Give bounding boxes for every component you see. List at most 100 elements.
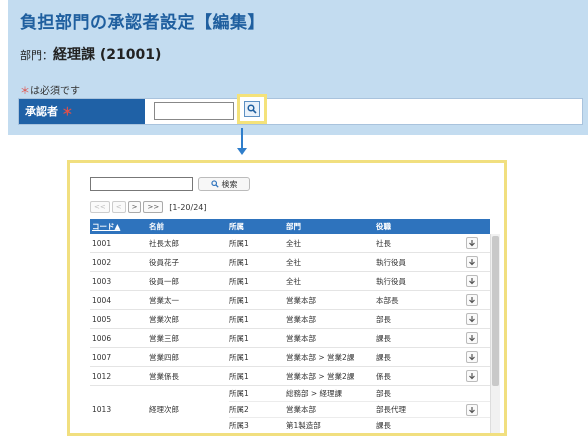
- grid-body: 1001 社長太郎 所属1 全社 社長 1002 役員花子 所属1 全社 執行役…: [90, 234, 490, 433]
- column-header-affiliation: 所属: [229, 222, 244, 231]
- approver-field-row: 承認者 ＊: [18, 94, 583, 125]
- cell-name: 営業四郎: [149, 352, 179, 362]
- cell-code: 1001: [92, 238, 112, 248]
- cell-position: 執行役員: [376, 257, 406, 267]
- dept-line: 部門：経理課 (21001): [20, 44, 161, 64]
- pager-first-button[interactable]: <<: [90, 201, 110, 213]
- scrollbar-thumb[interactable]: [492, 236, 499, 386]
- search-icon: [247, 104, 257, 114]
- cell-name: 経理次郎: [149, 405, 179, 414]
- cell-code: 1005: [92, 314, 112, 324]
- table-row: 1001 社長太郎 所属1 全社 社長: [90, 234, 490, 253]
- cell-dept: 営業本部: [286, 405, 316, 414]
- affiliation-list: 所属1 総務部 > 経理課 部長 所属2 営業本部 部長代理 所属3 第1製造部: [229, 386, 490, 433]
- affiliation-entry: 所属3 第1製造部 課長: [229, 418, 490, 433]
- grid-header: コード▲ 名前 所属 部門 役職: [90, 219, 490, 234]
- cell-affiliation: 所属1: [229, 333, 249, 343]
- cell-affiliation: 所属1: [229, 371, 249, 381]
- table-row: 1013 経理次郎 所属1 総務部 > 経理課 部長 所属2 営業本部 部長代理: [90, 386, 490, 433]
- table-row: 1003 役員一郎 所属1 全社 執行役員: [90, 272, 490, 291]
- dept-label: 部門：: [20, 49, 53, 62]
- cell-name: 社長太郎: [149, 238, 179, 248]
- cell-dept: 営業本部 > 営業2課: [286, 352, 355, 362]
- connector-line: [241, 128, 243, 150]
- page-title: 負担部門の承認者設定【編集】: [20, 13, 265, 33]
- select-user-button[interactable]: [466, 332, 478, 344]
- user-grid: コード▲ 名前 所属 部門 役職 1001 社長太郎 所属1 全社 社長 100…: [90, 219, 500, 433]
- cell-position: 課長: [376, 421, 391, 430]
- cell-name: 役員一郎: [149, 276, 179, 286]
- affiliation-entry: 所属2 営業本部 部長代理: [229, 402, 490, 418]
- approver-label: 承認者 ＊: [19, 99, 145, 124]
- cell-name: 営業係長: [149, 371, 179, 381]
- cell-code: 1012: [92, 371, 112, 381]
- table-row: 1007 営業四郎 所属1 営業本部 > 営業2課 課長: [90, 348, 490, 367]
- pager-next-button[interactable]: >: [127, 201, 142, 213]
- cell-code: 1013: [92, 405, 112, 414]
- table-row: 1002 役員花子 所属1 全社 執行役員: [90, 253, 490, 272]
- approver-label-text: 承認者: [25, 105, 58, 118]
- cell-dept: 全社: [286, 276, 301, 286]
- popup-search-button[interactable]: 検索: [198, 177, 250, 191]
- cell-dept: 第1製造部: [286, 421, 321, 430]
- cell-position: 部長: [376, 314, 391, 324]
- cell-affiliation: 所属1: [229, 314, 249, 324]
- popup-search-input[interactable]: [90, 177, 193, 191]
- cell-dept: 総務部 > 経理課: [286, 389, 343, 398]
- cell-position: 部長代理: [376, 405, 406, 414]
- cell-position: 課長: [376, 333, 391, 343]
- cell-dept: 営業本部: [286, 333, 316, 343]
- select-user-button[interactable]: [466, 275, 478, 287]
- arrow-down-icon: [469, 406, 475, 413]
- arrow-down-icon: [469, 354, 475, 361]
- cell-name: 営業次郎: [149, 314, 179, 324]
- cell-dept: 営業本部 > 営業2課: [286, 371, 355, 381]
- approver-input[interactable]: [154, 102, 234, 120]
- column-header-name: 名前: [149, 222, 164, 231]
- cell-dept: 営業本部: [286, 295, 316, 305]
- arrow-down-indicator: [237, 148, 247, 155]
- cell-position: 部長: [376, 389, 391, 398]
- select-user-button[interactable]: [466, 256, 478, 268]
- cell-position: 執行役員: [376, 276, 406, 286]
- cell-name: 営業三郎: [149, 333, 179, 343]
- grid-scrollbar[interactable]: [490, 234, 500, 433]
- select-user-button[interactable]: [466, 370, 478, 382]
- table-row: 1004 営業太一 所属1 営業本部 本部長: [90, 291, 490, 310]
- select-user-button[interactable]: [466, 351, 478, 363]
- required-mark: ＊: [20, 86, 30, 97]
- cell-affiliation: 所属1: [229, 389, 249, 398]
- arrow-down-icon: [469, 373, 475, 380]
- arrow-down-icon: [469, 259, 475, 266]
- cell-dept: 営業本部: [286, 314, 316, 324]
- table-row: 1005 営業次郎 所属1 営業本部 部長: [90, 310, 490, 329]
- select-user-button[interactable]: [466, 313, 478, 325]
- cell-position: 本部長: [376, 295, 399, 305]
- cell-code: 1006: [92, 333, 112, 343]
- cell-affiliation: 所属3: [229, 421, 249, 430]
- cell-name: 営業太一: [149, 295, 179, 305]
- arrow-down-icon: [469, 297, 475, 304]
- affiliation-entry: 所属1 総務部 > 経理課 部長: [229, 386, 490, 402]
- select-user-button[interactable]: [466, 237, 478, 249]
- approver-search-button[interactable]: [244, 101, 260, 117]
- required-note: ＊は必須です: [20, 82, 80, 97]
- cell-affiliation: 所属1: [229, 295, 249, 305]
- table-row: 1006 営業三郎 所属1 営業本部 課長: [90, 329, 490, 348]
- cell-affiliation: 所属1: [229, 238, 249, 248]
- select-user-button[interactable]: [466, 403, 478, 416]
- pager-range: [1-20/24]: [169, 202, 207, 212]
- cell-dept: 全社: [286, 238, 301, 248]
- pager-prev-button[interactable]: <: [111, 201, 126, 213]
- arrow-down-icon: [469, 316, 475, 323]
- cell-code: 1004: [92, 295, 112, 305]
- column-header-code[interactable]: コード▲: [90, 219, 149, 234]
- select-user-button[interactable]: [466, 294, 478, 306]
- arrow-down-icon: [469, 240, 475, 247]
- pager-last-button[interactable]: >>: [143, 201, 164, 213]
- cell-position: 係長: [376, 371, 391, 381]
- pager: << < > >> [1-20/24]: [90, 201, 207, 213]
- approver-edit-form: 負担部門の承認者設定【編集】 部門：経理課 (21001) ＊は必須です 承認者…: [8, 0, 588, 135]
- cell-code: 1007: [92, 352, 112, 362]
- cell-position: 課長: [376, 352, 391, 362]
